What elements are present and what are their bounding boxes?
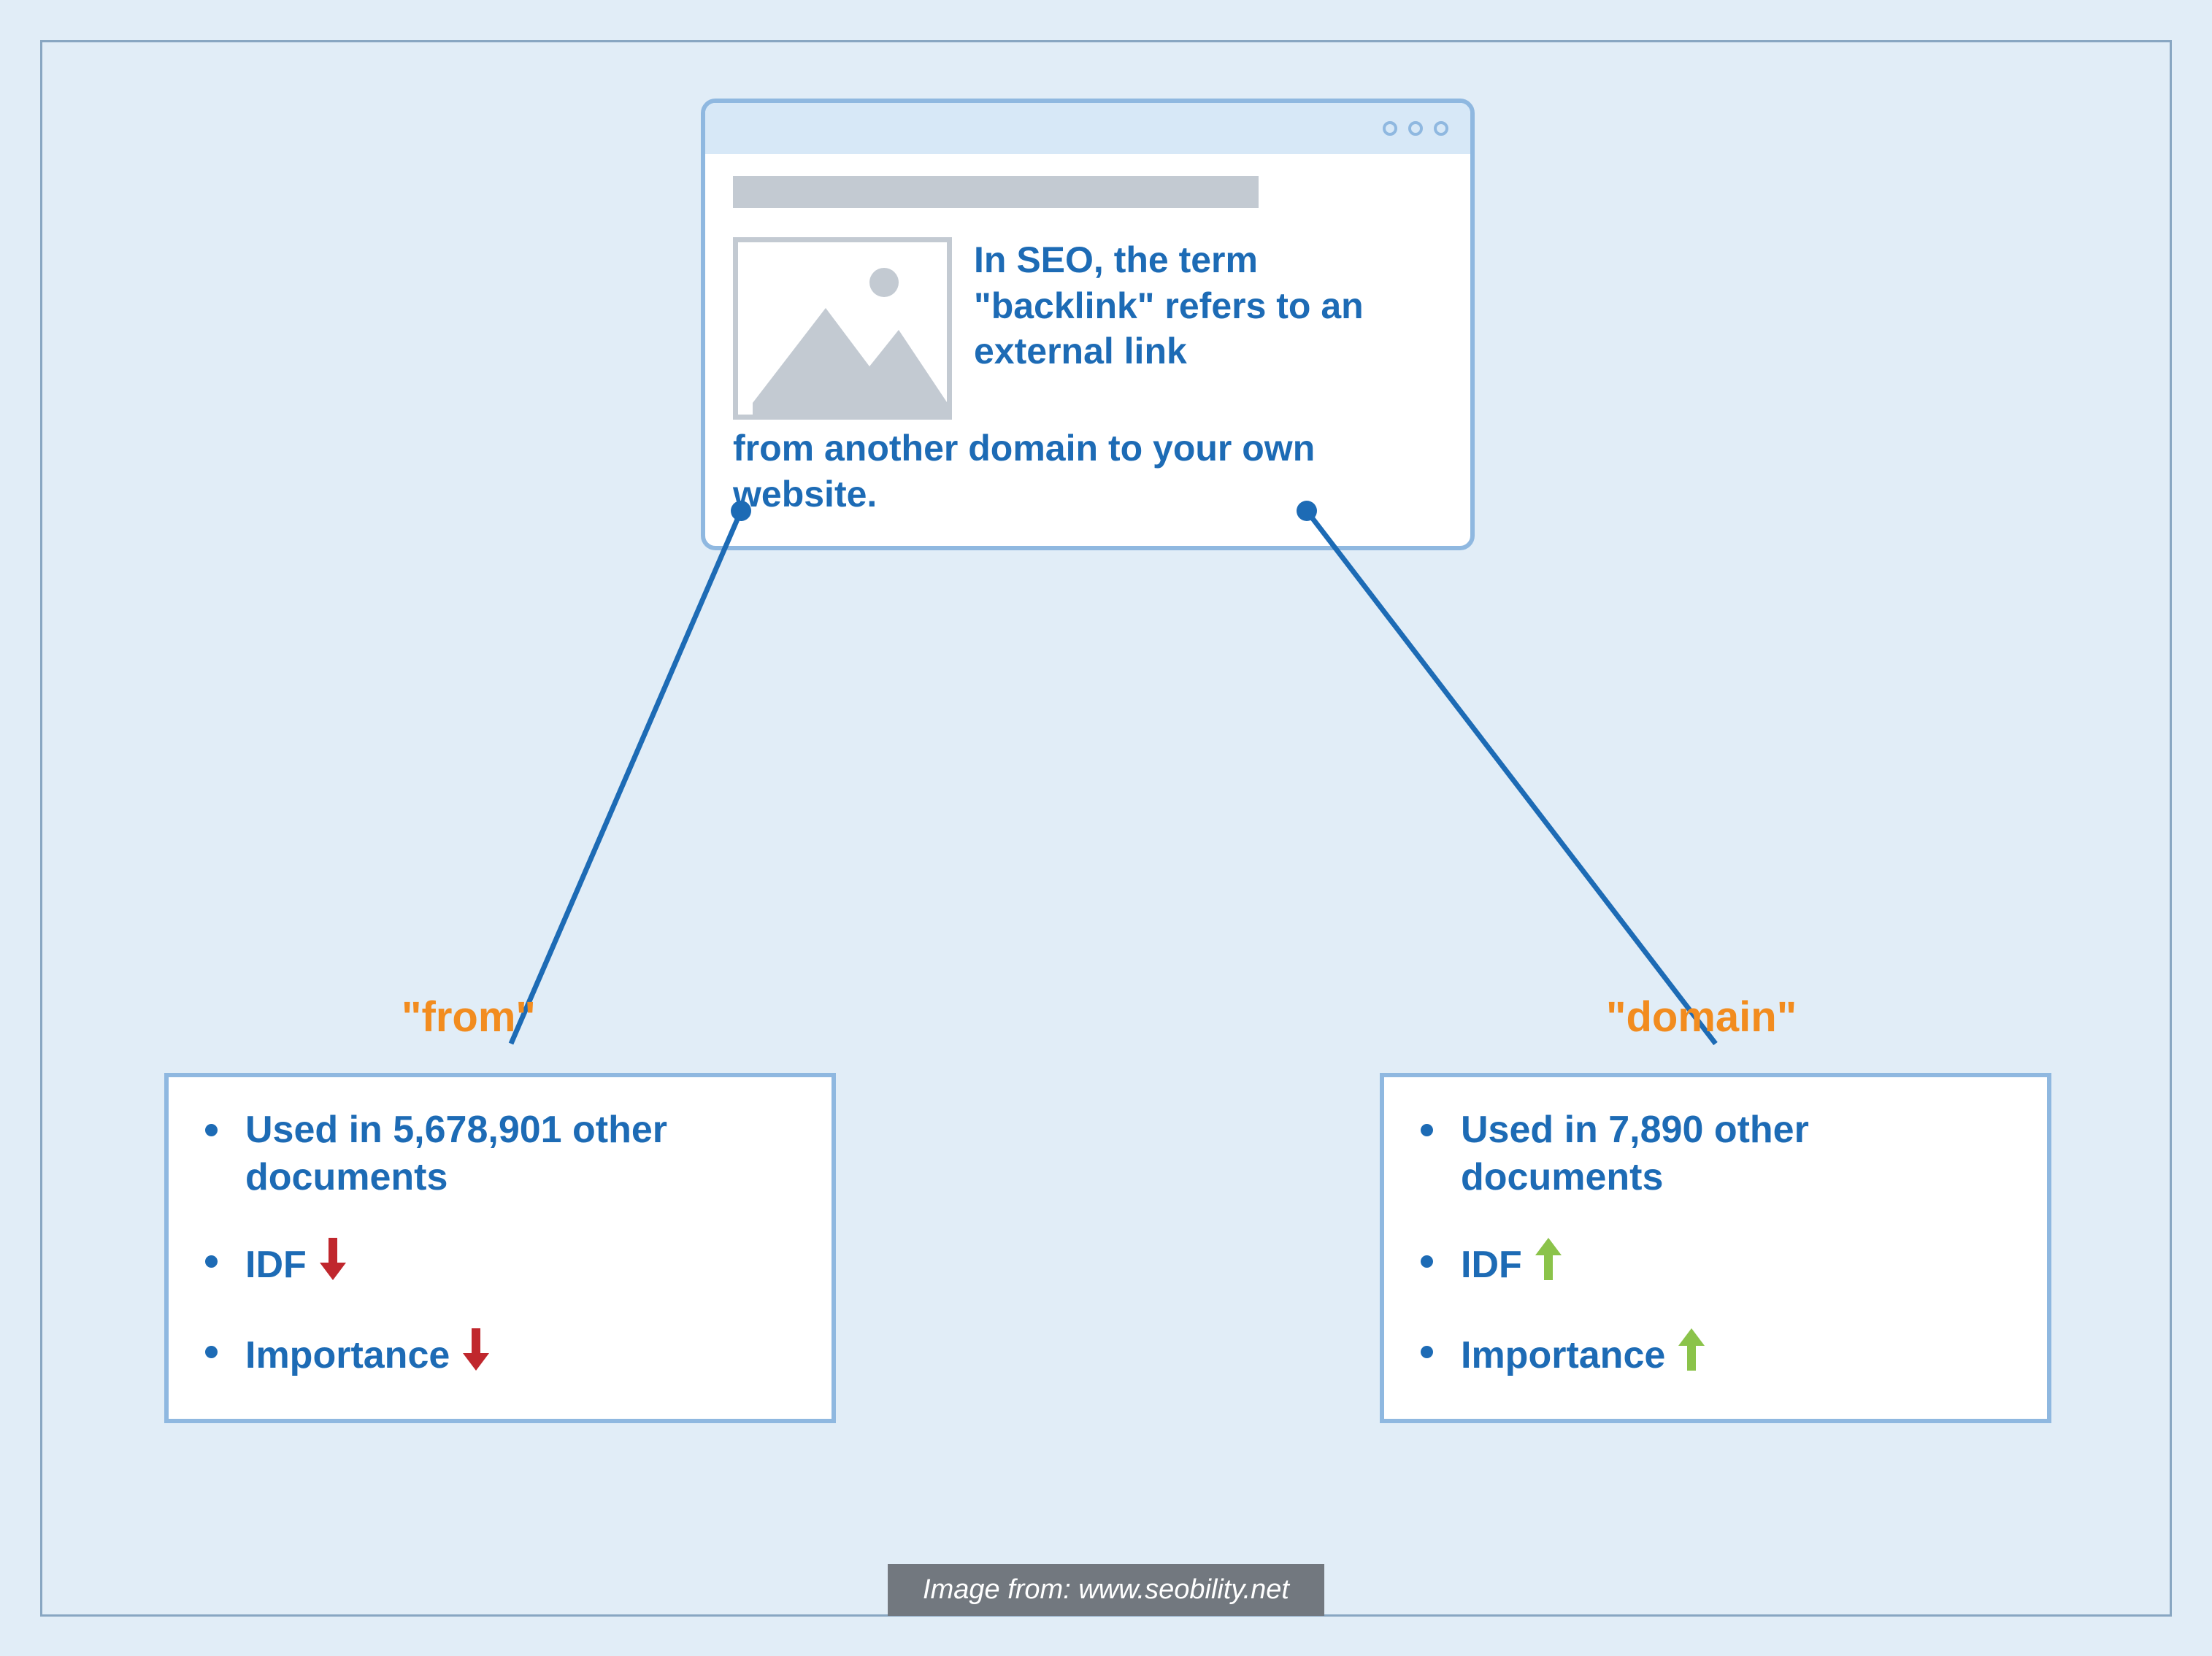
domain-idf-item: IDF	[1421, 1238, 2011, 1292]
domain-usage-text: Used in 7,890 other documents	[1461, 1106, 2011, 1201]
browser-body: In SEO, the term "backlink" refers to an…	[705, 154, 1470, 546]
domain-importance-label: Importance	[1461, 1332, 1665, 1379]
sentence-part1: In SEO, the term "backlink" refers to an…	[974, 239, 1364, 371]
domain-importance-item: Importance	[1421, 1328, 2011, 1382]
highlight-domain: domain	[968, 428, 1098, 469]
image-placeholder-icon	[733, 237, 952, 420]
browser-titlebar	[705, 103, 1470, 154]
info-box-from: Used in 5,678,901 other documents IDF Im…	[164, 1073, 836, 1423]
term-label-from: "from"	[402, 993, 536, 1041]
from-importance-item: Importance	[205, 1328, 795, 1382]
arrow-down-icon	[463, 1328, 489, 1382]
sentence-mid1: another	[814, 428, 968, 469]
highlight-from: from	[733, 428, 814, 469]
sentence-top: In SEO, the term "backlink" refers to an…	[974, 237, 1443, 374]
arrow-up-icon	[1535, 1238, 1562, 1292]
from-usage-item: Used in 5,678,901 other documents	[205, 1106, 795, 1201]
from-idf-label: IDF	[245, 1241, 307, 1289]
window-dot-icon	[1434, 121, 1448, 136]
from-idf-item: IDF	[205, 1238, 795, 1292]
info-box-domain: Used in 7,890 other documents IDF Import…	[1380, 1073, 2051, 1423]
window-dot-icon	[1408, 121, 1423, 136]
sentence-bottom: from another domain to your own website.	[733, 425, 1443, 517]
from-importance-label: Importance	[245, 1332, 450, 1379]
arrow-down-icon	[320, 1238, 346, 1292]
browser-window: In SEO, the term "backlink" refers to an…	[701, 99, 1475, 550]
term-label-domain: "domain"	[1606, 993, 1797, 1041]
from-usage-text: Used in 5,678,901 other documents	[245, 1106, 795, 1201]
domain-usage-item: Used in 7,890 other documents	[1421, 1106, 2011, 1201]
domain-idf-label: IDF	[1461, 1241, 1522, 1289]
placeholder-heading-bar	[733, 176, 1259, 208]
window-dot-icon	[1383, 121, 1397, 136]
image-caption: Image from: www.seobility.net	[888, 1564, 1324, 1616]
arrow-up-icon	[1678, 1328, 1705, 1382]
